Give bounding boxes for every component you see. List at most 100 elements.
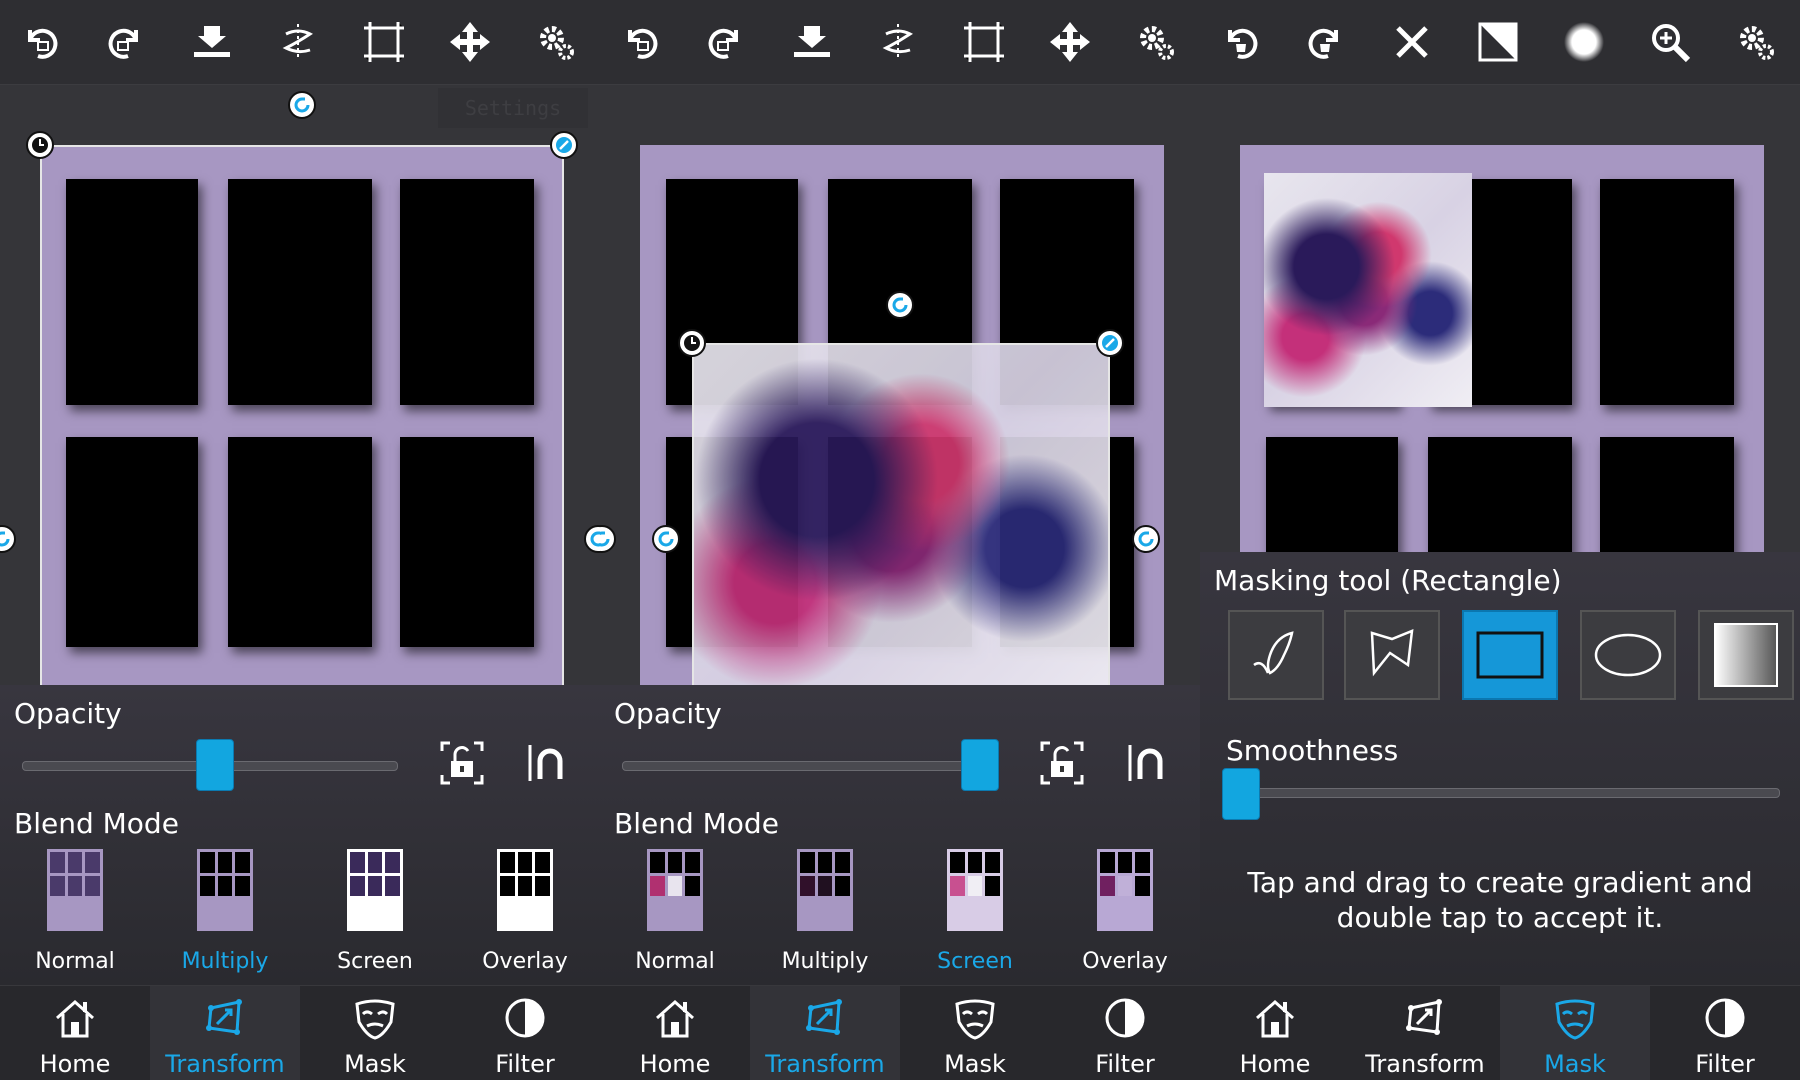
settings-gear-icon[interactable] [1730, 16, 1782, 68]
mask-icon [1555, 999, 1595, 1040]
zoom-in-icon[interactable] [1644, 16, 1696, 68]
mask-hint-text: Tap and drag to create gradient and doub… [1220, 865, 1780, 935]
hint-line: double tap to accept it. [1336, 901, 1664, 934]
settings-gear-icon[interactable] [1130, 16, 1182, 68]
blend-normal-thumbnail [647, 849, 703, 931]
fit-frame-icon[interactable] [358, 16, 410, 68]
move-icon[interactable] [444, 16, 496, 68]
merge-down-icon[interactable] [786, 16, 838, 68]
rotate-handle-icon[interactable] [886, 291, 914, 319]
bottom-nav: Home Transform Mask Filter [600, 985, 1200, 1080]
nav-mask[interactable]: Mask [300, 986, 450, 1080]
redo-icon[interactable] [100, 16, 152, 68]
blend-label: Screen [937, 949, 1013, 974]
blend-screen[interactable]: Screen [900, 849, 1050, 979]
smoothness-slider-thumb[interactable] [1222, 768, 1260, 820]
blend-label: Normal [35, 949, 115, 974]
lock-open-icon[interactable] [1038, 739, 1086, 787]
nav-transform[interactable]: Transform [1350, 986, 1500, 1080]
canvas[interactable] [600, 85, 1200, 685]
bottom-nav: Home Transform Mask Filter [0, 985, 600, 1080]
blend-multiply[interactable]: Multiply [750, 849, 900, 979]
filter-icon [505, 998, 545, 1038]
nav-label: Filter [1095, 1050, 1155, 1078]
home-icon [656, 999, 694, 1038]
rotate-side-handle-icon[interactable] [600, 525, 616, 553]
blend-overlay-thumbnail [497, 849, 553, 931]
nav-mask[interactable]: Mask [1500, 986, 1650, 1080]
blend-multiply[interactable]: Multiply [150, 849, 300, 979]
opacity-slider-thumb[interactable] [961, 739, 999, 791]
smoothness-slider-track[interactable] [1226, 788, 1780, 798]
invert-mask-icon[interactable] [1472, 16, 1524, 68]
undo-icon[interactable] [614, 16, 666, 68]
flip-icon[interactable] [872, 16, 924, 68]
nav-home[interactable]: Home [1200, 986, 1350, 1080]
blend-normal[interactable]: Normal [600, 849, 750, 979]
brush-circle-icon[interactable] [1558, 16, 1610, 68]
timer-handle-icon[interactable] [26, 131, 54, 159]
rotate-side-handle-icon[interactable] [1132, 525, 1160, 553]
filter-icon [1705, 998, 1745, 1038]
merge-down-icon[interactable] [186, 16, 238, 68]
magnet-icon[interactable] [526, 739, 574, 787]
nav-filter[interactable]: Filter [1050, 986, 1200, 1080]
masked-artwork[interactable] [1264, 173, 1472, 407]
rotate-handle-icon[interactable] [288, 91, 316, 119]
nav-filter[interactable]: Filter [1650, 986, 1800, 1080]
blend-screen-thumbnail [947, 849, 1003, 931]
flip-icon[interactable] [272, 16, 324, 68]
nav-label: Mask [944, 1050, 1006, 1078]
panel-transform-normal: Settings Opacity Blend Mode Normal Multi… [0, 0, 600, 1080]
lock-open-icon[interactable] [438, 739, 486, 787]
timer-handle-icon[interactable] [678, 329, 706, 357]
opacity-slider-thumb[interactable] [196, 739, 234, 791]
nav-transform[interactable]: Transform [150, 986, 300, 1080]
nav-mask[interactable]: Mask [900, 986, 1050, 1080]
nav-transform[interactable]: Transform [750, 986, 900, 1080]
mask-undo-icon[interactable] [1214, 16, 1266, 68]
rotate-side-handle-icon[interactable] [0, 525, 16, 553]
opacity-slider-track[interactable] [622, 761, 998, 771]
nav-filter[interactable]: Filter [450, 986, 600, 1080]
rectangle-tool-icon[interactable] [1462, 610, 1558, 700]
nav-label: Filter [495, 1050, 555, 1078]
transform-icon [806, 999, 842, 1035]
nav-home[interactable]: Home [600, 986, 750, 1080]
gradient-tool-icon[interactable] [1698, 610, 1794, 700]
transform-icon [206, 999, 242, 1035]
mask-tools-panel: Masking tool (Rectangle) Smoothness Tap … [1200, 552, 1800, 985]
hint-line: Tap and drag to create gradient and [1247, 866, 1753, 899]
smoothness-label: Smoothness [1226, 734, 1399, 767]
nav-label: Transform [765, 1050, 885, 1078]
freehand-tool-icon[interactable] [1228, 610, 1324, 700]
canvas[interactable] [0, 85, 600, 685]
nav-label: Home [639, 1050, 711, 1078]
home-icon [56, 999, 94, 1038]
scale-handle-icon[interactable] [550, 131, 578, 159]
mask-redo-icon[interactable] [1300, 16, 1352, 68]
blend-overlay[interactable]: Overlay [450, 849, 600, 979]
scale-handle-icon[interactable] [1096, 329, 1124, 357]
magnet-icon[interactable] [1126, 739, 1174, 787]
grid-cell [1600, 179, 1734, 405]
undo-icon[interactable] [14, 16, 66, 68]
redo-icon[interactable] [700, 16, 752, 68]
fit-frame-icon[interactable] [958, 16, 1010, 68]
polygon-tool-icon[interactable] [1344, 610, 1440, 700]
opacity-label: Opacity [14, 697, 122, 730]
toolbar [600, 0, 1200, 85]
ellipse-tool-icon[interactable] [1580, 610, 1676, 700]
settings-gear-icon[interactable] [530, 16, 582, 68]
blend-mode-label: Blend Mode [14, 807, 179, 840]
blend-overlay[interactable]: Overlay [1050, 849, 1200, 979]
clear-mask-icon[interactable] [1386, 16, 1438, 68]
nav-home[interactable]: Home [0, 986, 150, 1080]
blend-screen-thumbnail [347, 849, 403, 931]
blend-normal[interactable]: Normal [0, 849, 150, 979]
rotate-side-handle-icon[interactable] [584, 525, 600, 553]
move-icon[interactable] [1044, 16, 1096, 68]
rotate-side-handle-icon[interactable] [652, 525, 680, 553]
nav-label: Mask [344, 1050, 406, 1078]
blend-screen[interactable]: Screen [300, 849, 450, 979]
